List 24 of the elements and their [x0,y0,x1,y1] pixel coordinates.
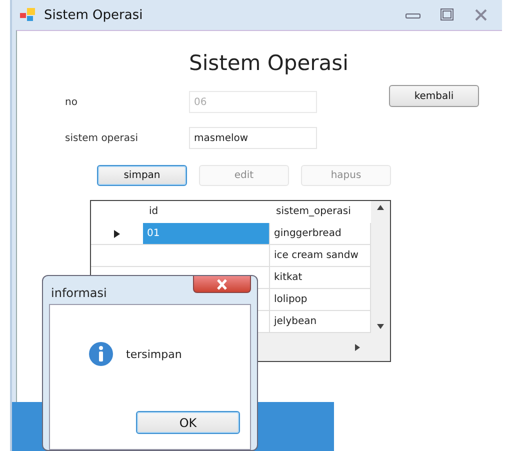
app-icon [20,8,36,22]
close-button[interactable] [193,276,251,293]
table-cell[interactable] [143,245,270,267]
current-row-icon [114,230,120,238]
scroll-up-icon[interactable] [377,205,384,210]
field-label: no [65,96,78,108]
field-label: sistem operasi [65,132,140,144]
table-cell[interactable]: kitkat [270,267,371,289]
back-button[interactable]: kembali [389,85,479,107]
close-icon [215,278,229,290]
info-icon [88,341,114,367]
dialog-title: informasi [51,286,107,300]
text-field[interactable]: masmelow [189,127,317,149]
form-heading: Sistem Operasi [189,51,350,75]
table-cell[interactable]: ginggerbread [270,223,371,245]
ok-button[interactable]: OK [136,411,240,434]
vertical-scrollbar[interactable] [371,201,390,333]
table-cell[interactable]: lolipop [270,289,371,311]
action-button[interactable]: simpan [97,165,187,186]
table-cell[interactable]: ice cream sandw [270,245,371,267]
dialog-message: tersimpan [126,348,182,360]
window-title: Sistem Operasi [44,8,143,22]
scroll-right-icon[interactable] [355,344,360,350]
scroll-down-icon[interactable] [377,324,384,329]
